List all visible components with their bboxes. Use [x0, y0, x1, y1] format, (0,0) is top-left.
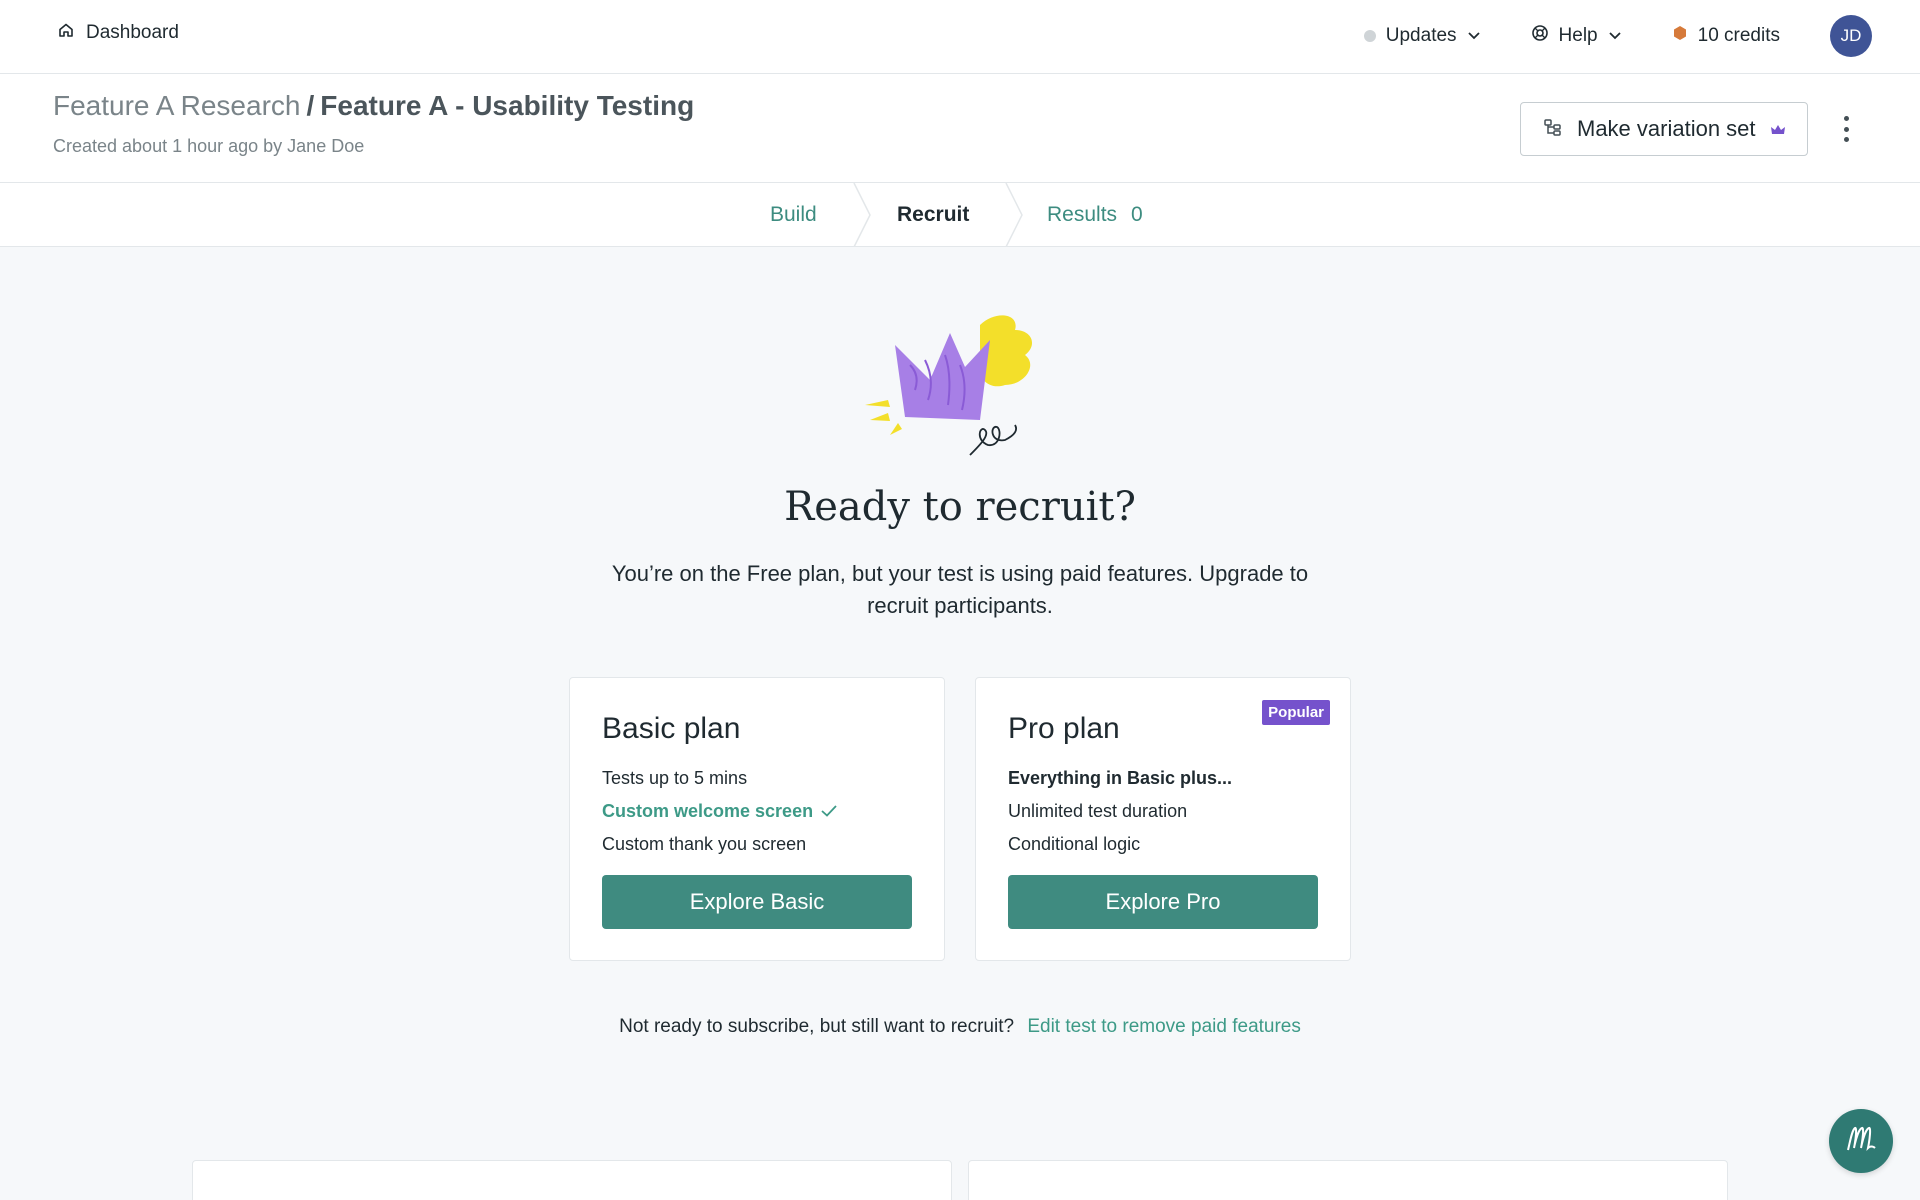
user-avatar[interactable]: JD — [1830, 15, 1872, 57]
breadcrumb-parent-link[interactable]: Feature A Research — [53, 90, 300, 122]
tab-build[interactable]: Build — [770, 183, 817, 247]
tab-results-label: Results — [1047, 203, 1118, 226]
more-options-icon[interactable] — [1834, 112, 1858, 146]
dashboard-label: Dashboard — [86, 22, 179, 43]
breadcrumb: Feature A Research / Feature A - Usabili… — [53, 90, 694, 122]
tab-divider-chevron — [853, 183, 871, 247]
created-meta: Created about 1 hour ago by Jane Doe — [53, 136, 365, 156]
variation-button-label: Make variation set — [1577, 116, 1756, 141]
basic-plan-card: Basic plan Tests up to 5 mins Custom wel… — [569, 677, 945, 961]
updates-label: Updates — [1385, 25, 1457, 46]
help-label: Help — [1558, 25, 1598, 46]
updates-status-dot — [1363, 30, 1376, 42]
results-count: 0 — [1131, 203, 1143, 226]
lifebuoy-icon — [1531, 24, 1549, 48]
plan-notice: You’re on the Free plan, but your test i… — [611, 561, 1309, 618]
page-title: Feature A - Usability Testing — [320, 90, 695, 121]
pro-plan-title: Pro plan — [1008, 712, 1120, 745]
popular-badge: Popular — [1262, 700, 1330, 725]
tab-divider-chevron — [1005, 183, 1023, 247]
explore-pro-button[interactable]: Explore Pro — [1008, 875, 1318, 929]
chevron-down-icon — [1608, 25, 1622, 47]
chat-support-button[interactable] — [1829, 1109, 1893, 1173]
basic-feature-item: Custom thank you screen — [602, 834, 807, 854]
breadcrumb-separator: / — [306, 90, 315, 121]
basic-plan-title: Basic plan — [602, 712, 741, 745]
step-tabs: Build Recruit Results 0 — [0, 183, 1920, 247]
credits-indicator[interactable]: 10 credits — [1672, 25, 1780, 47]
updates-menu[interactable]: Updates — [1363, 25, 1481, 47]
chevron-down-icon — [1467, 25, 1481, 47]
explore-basic-button[interactable]: Explore Basic — [602, 875, 912, 929]
make-variation-set-button[interactable]: Make variation set — [1520, 102, 1808, 156]
footer-prompt-line: Not ready to subscribe, but still want t… — [0, 1016, 1920, 1038]
edit-test-link[interactable]: Edit test to remove paid features — [1027, 1016, 1301, 1037]
pro-feature-item: Everything in Basic plus... — [1008, 768, 1233, 788]
pro-plan-card: Popular Pro plan Everything in Basic plu… — [975, 677, 1351, 961]
credits-coin-icon — [1672, 25, 1688, 47]
footer-prompt: Not ready to subscribe, but still want t… — [619, 1016, 1015, 1037]
help-menu[interactable]: Help — [1531, 24, 1622, 48]
dashboard-link[interactable]: Dashboard — [58, 22, 179, 44]
bottom-card — [968, 1160, 1728, 1200]
basic-feature-label: Custom welcome screen — [602, 801, 814, 821]
chat-logo-icon — [1844, 1124, 1878, 1159]
top-nav: Dashboard Updates Help 10 credits JD — [0, 0, 1920, 74]
home-icon — [58, 22, 74, 44]
basic-feature-item: Tests up to 5 mins — [602, 768, 748, 788]
pro-feature-item: Conditional logic — [1008, 834, 1141, 854]
variation-tree-icon — [1543, 116, 1563, 142]
basic-feature-item-highlighted: Custom welcome screen — [602, 801, 837, 822]
credits-label: 10 credits — [1697, 25, 1780, 46]
bottom-card — [192, 1160, 952, 1200]
crown-illustration — [865, 315, 1033, 456]
checkmark-icon — [821, 801, 837, 822]
page-header: Feature A Research / Feature A - Usabili… — [0, 74, 1920, 183]
crown-icon — [1770, 116, 1786, 142]
recruit-heading: Ready to recruit? — [784, 484, 1136, 530]
pro-feature-item: Unlimited test duration — [1008, 801, 1188, 821]
tab-recruit[interactable]: Recruit — [897, 183, 969, 247]
tab-results[interactable]: Results 0 — [1047, 183, 1143, 247]
